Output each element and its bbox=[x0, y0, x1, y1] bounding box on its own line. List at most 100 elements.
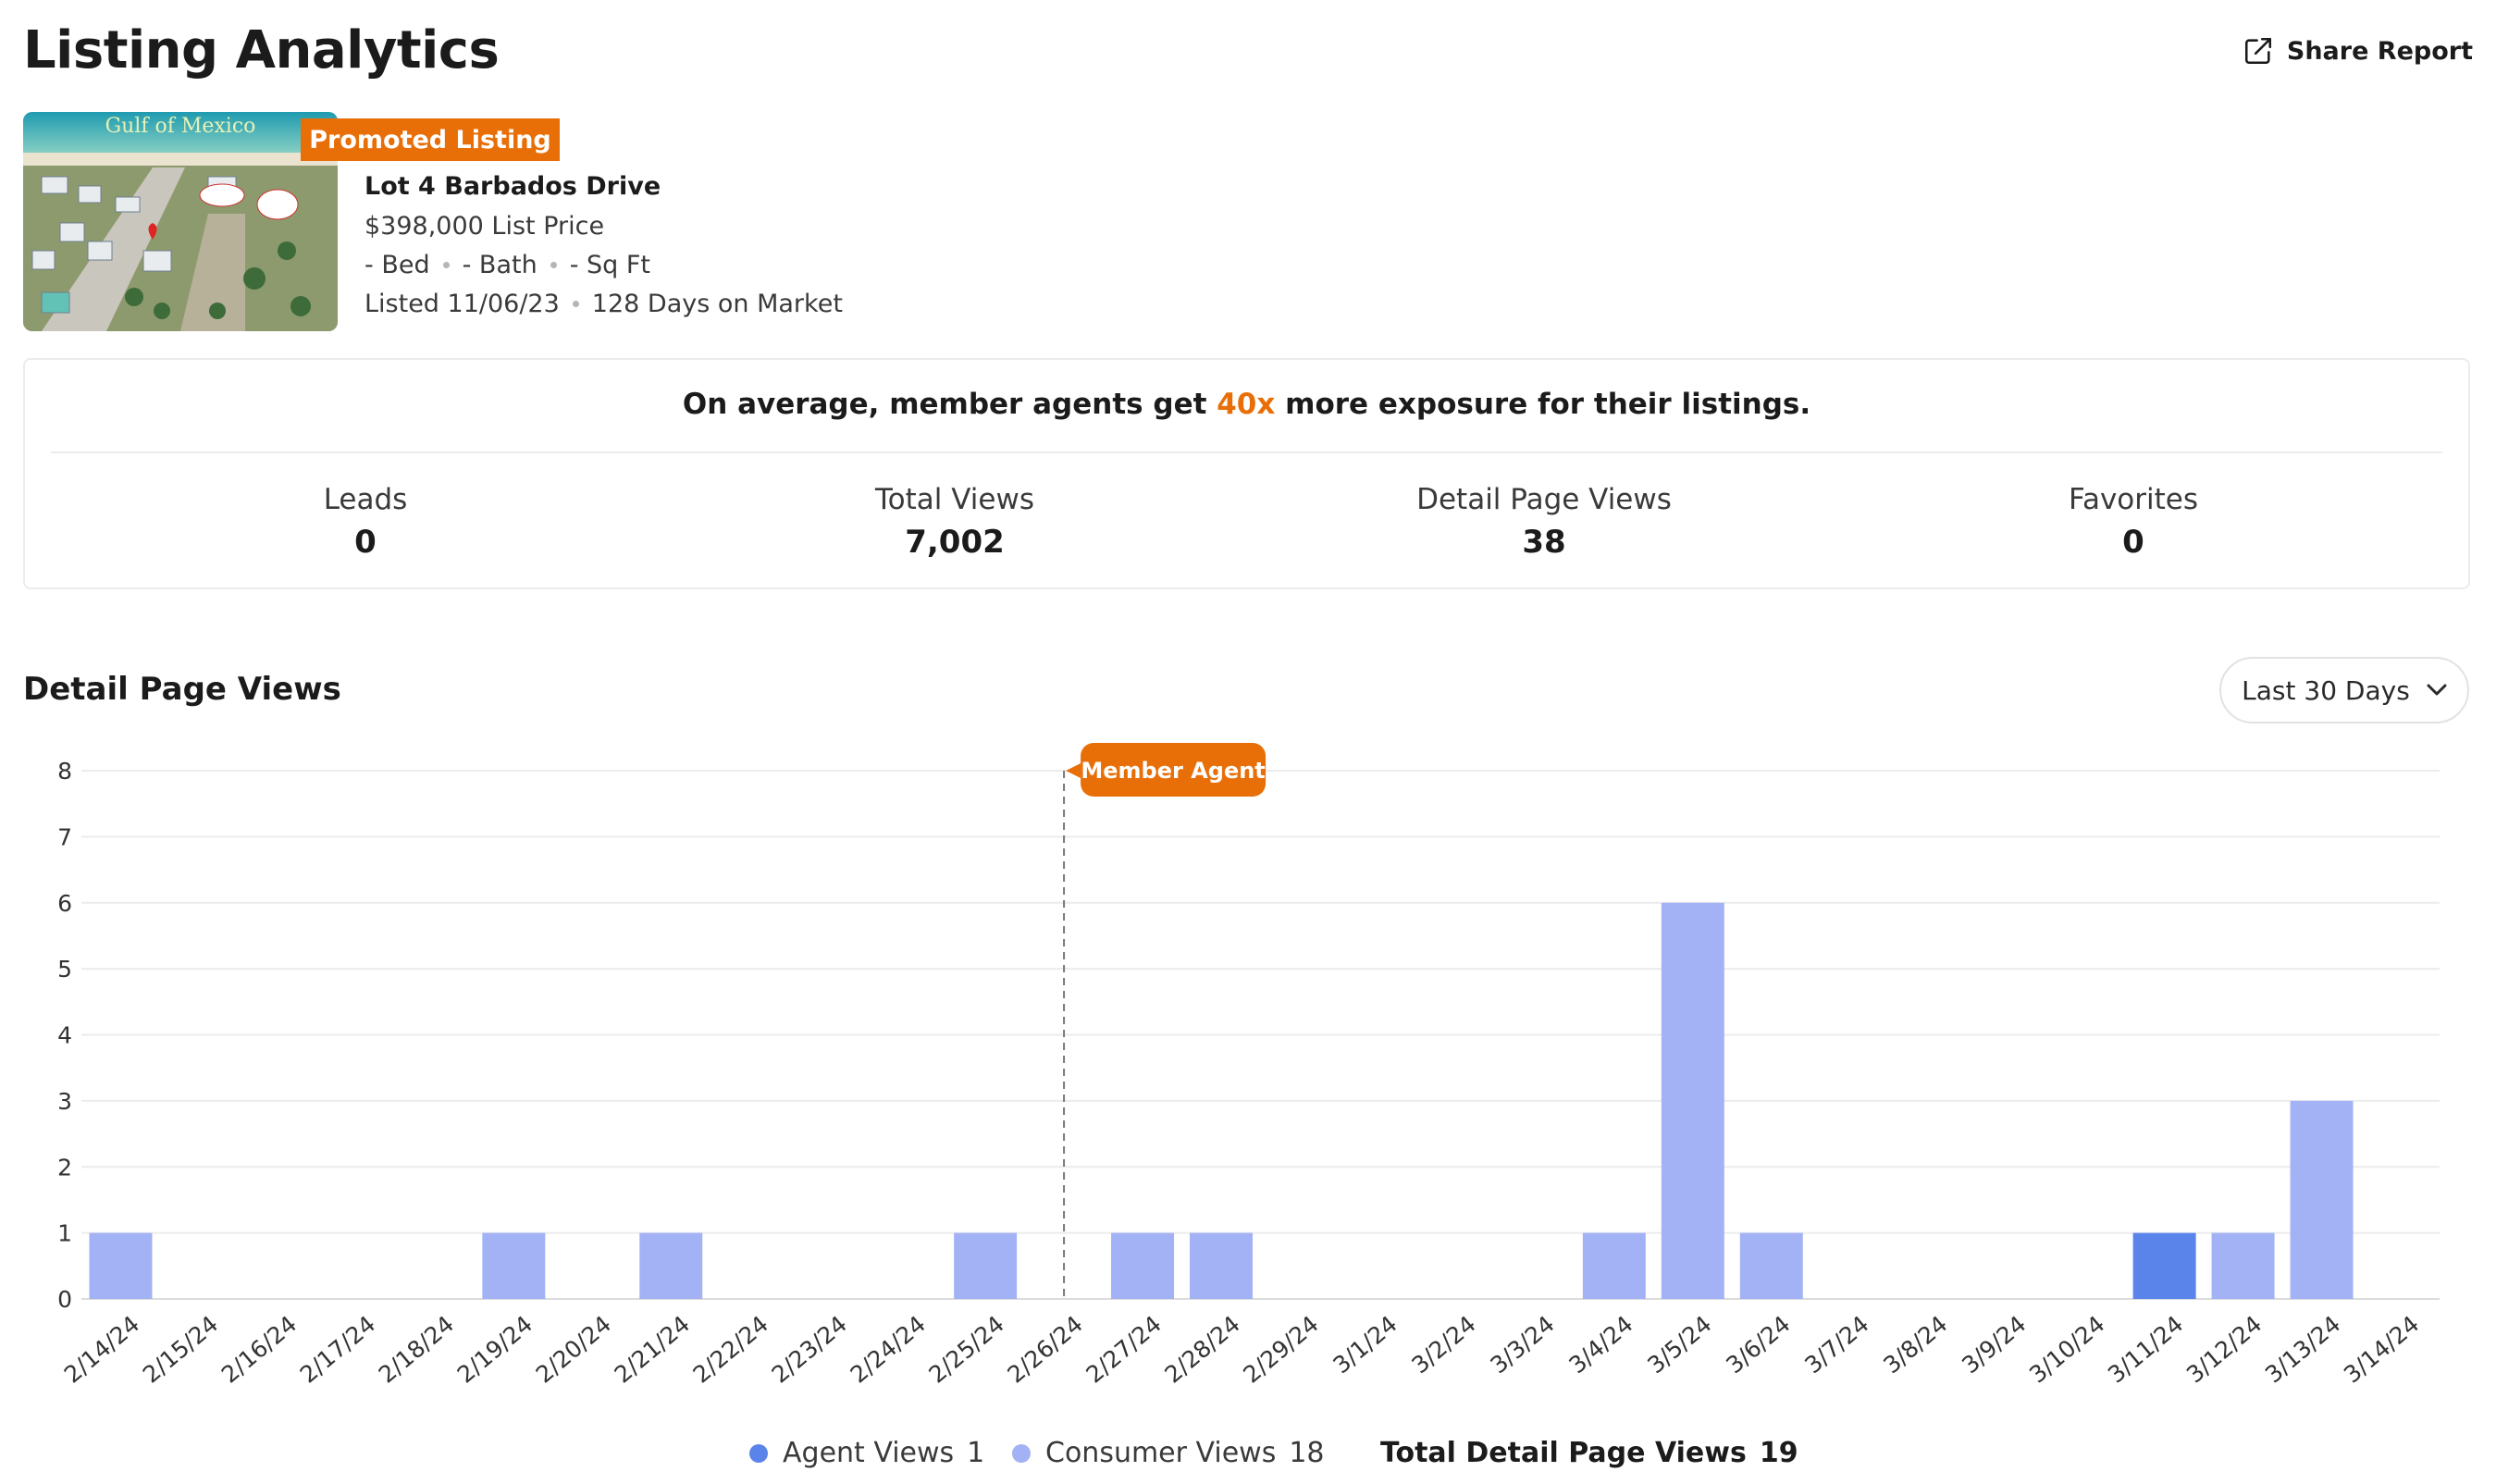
bar bbox=[1190, 1232, 1254, 1299]
legend-count: 18 bbox=[1289, 1437, 1325, 1469]
agent-views-swatch bbox=[749, 1443, 768, 1463]
bar bbox=[2290, 1100, 2354, 1299]
x-tick-label: 2/21/24 bbox=[610, 1310, 695, 1388]
total-label: Total Detail Page Views bbox=[1380, 1437, 1747, 1469]
y-tick-label: 6 bbox=[57, 890, 72, 917]
stat-detail-page-views: Detail Page Views 38 bbox=[1359, 483, 1729, 561]
x-tick-label: 2/19/24 bbox=[452, 1310, 538, 1388]
x-tick-label: 2/28/24 bbox=[1159, 1310, 1244, 1388]
x-tick-label: 3/4/24 bbox=[1563, 1310, 1637, 1379]
x-tick-label: 2/20/24 bbox=[531, 1310, 616, 1388]
x-tick-label: 2/17/24 bbox=[295, 1310, 380, 1388]
y-tick-label: 4 bbox=[57, 1022, 72, 1049]
listing-specs: - Bed - Bath - Sq Ft bbox=[365, 251, 650, 279]
share-report-label: Share Report bbox=[2286, 36, 2473, 66]
legend-count: 1 bbox=[967, 1437, 985, 1469]
stat-value: 38 bbox=[1522, 524, 1566, 561]
x-tick-label: 3/1/24 bbox=[1328, 1310, 1402, 1379]
exposure-text-start: On average, member agents get bbox=[682, 388, 1217, 421]
days-on-market: 128 Days on Market bbox=[591, 290, 843, 318]
x-tick-label: 2/26/24 bbox=[1002, 1310, 1087, 1388]
stat-label: Total Views bbox=[875, 483, 1034, 516]
separator-dot bbox=[550, 262, 557, 268]
bar bbox=[639, 1232, 703, 1299]
bar bbox=[482, 1232, 546, 1299]
x-tick-label: 3/11/24 bbox=[2103, 1310, 2188, 1388]
bar bbox=[2132, 1232, 2196, 1299]
photo-caption: Gulf of Mexico bbox=[105, 115, 256, 138]
x-tick-label: 2/23/24 bbox=[767, 1310, 852, 1388]
y-tick-label: 3 bbox=[57, 1088, 72, 1115]
x-tick-label: 2/27/24 bbox=[1081, 1310, 1166, 1388]
stat-value: 0 bbox=[354, 524, 377, 561]
y-tick-label: 8 bbox=[57, 758, 72, 785]
share-report-button[interactable]: Share Report bbox=[2243, 35, 2473, 67]
x-tick-label: 2/15/24 bbox=[138, 1310, 223, 1388]
bar bbox=[1111, 1232, 1175, 1299]
bath-count: - Bath bbox=[462, 251, 538, 279]
member-agent-pointer bbox=[1066, 763, 1081, 778]
chevron-down-icon bbox=[2427, 684, 2447, 696]
detail-page-views-chart: 0123456782/14/242/15/242/16/242/17/242/1… bbox=[57, 743, 2440, 1389]
listing-photo[interactable]: Gulf of Mexico bbox=[23, 112, 338, 331]
date-range-label: Last 30 Days bbox=[2242, 674, 2410, 706]
y-tick-label: 7 bbox=[57, 823, 72, 850]
stats-card: On average, member agents get 40x more e… bbox=[23, 358, 2470, 589]
card-divider bbox=[51, 451, 2442, 453]
x-tick-label: 3/14/24 bbox=[2339, 1310, 2424, 1388]
stat-favorites: Favorites 0 bbox=[1948, 483, 2318, 561]
stat-value: 0 bbox=[2122, 524, 2144, 561]
sqft-value: - Sq Ft bbox=[569, 251, 651, 279]
promoted-listing-badge: Promoted Listing bbox=[301, 118, 560, 161]
listing-price: $398,000 List Price bbox=[365, 212, 605, 241]
x-tick-label: 3/6/24 bbox=[1721, 1310, 1795, 1379]
y-tick-label: 2 bbox=[57, 1154, 72, 1181]
legend-consumer-views[interactable]: Consumer Views 18 bbox=[1012, 1437, 1325, 1469]
legend-label: Agent Views bbox=[783, 1437, 955, 1469]
stat-label: Leads bbox=[323, 483, 408, 516]
x-tick-label: 3/2/24 bbox=[1406, 1310, 1480, 1379]
x-tick-label: 2/22/24 bbox=[688, 1310, 773, 1388]
bar bbox=[2211, 1232, 2275, 1299]
total-count: 19 bbox=[1759, 1437, 1798, 1469]
x-tick-label: 3/8/24 bbox=[1878, 1310, 1952, 1379]
stat-label: Favorites bbox=[2068, 483, 2199, 516]
bar bbox=[1582, 1232, 1646, 1299]
listing-address[interactable]: Lot 4 Barbados Drive bbox=[365, 172, 661, 201]
total-detail-page-views: Total Detail Page Views 19 bbox=[1380, 1437, 1798, 1469]
y-tick-label: 0 bbox=[57, 1286, 72, 1313]
x-tick-label: 3/13/24 bbox=[2260, 1310, 2345, 1388]
x-tick-label: 3/9/24 bbox=[1957, 1310, 2031, 1379]
x-tick-label: 3/7/24 bbox=[1799, 1310, 1873, 1379]
listing-dates: Listed 11/06/23 128 Days on Market bbox=[365, 290, 843, 318]
x-tick-label: 2/18/24 bbox=[374, 1310, 459, 1388]
x-tick-label: 2/24/24 bbox=[846, 1310, 931, 1388]
y-tick-label: 5 bbox=[57, 956, 72, 983]
bar bbox=[954, 1232, 1018, 1299]
stat-leads: Leads 0 bbox=[180, 483, 550, 561]
legend-agent-views[interactable]: Agent Views 1 bbox=[749, 1437, 984, 1469]
exposure-message: On average, member agents get 40x more e… bbox=[25, 388, 2468, 421]
stat-label: Detail Page Views bbox=[1416, 483, 1672, 516]
share-icon bbox=[2244, 37, 2271, 65]
x-tick-label: 3/10/24 bbox=[2024, 1310, 2109, 1388]
exposure-multiplier: 40x bbox=[1217, 388, 1276, 421]
legend-label: Consumer Views bbox=[1045, 1437, 1277, 1469]
x-tick-label: 2/14/24 bbox=[59, 1310, 144, 1388]
x-tick-label: 2/16/24 bbox=[216, 1310, 302, 1388]
y-tick-label: 1 bbox=[57, 1220, 72, 1247]
bar bbox=[1739, 1232, 1803, 1299]
x-tick-label: 3/3/24 bbox=[1485, 1310, 1559, 1379]
x-tick-label: 2/29/24 bbox=[1238, 1310, 1323, 1388]
consumer-views-swatch bbox=[1012, 1443, 1031, 1463]
bar bbox=[89, 1232, 153, 1299]
x-tick-label: 2/25/24 bbox=[924, 1310, 1009, 1388]
listed-date: Listed 11/06/23 bbox=[365, 290, 560, 318]
bar bbox=[1661, 902, 1724, 1299]
x-tick-label: 3/5/24 bbox=[1642, 1310, 1716, 1379]
chart-section-title: Detail Page Views bbox=[23, 671, 341, 708]
separator-dot bbox=[442, 262, 450, 268]
date-range-select[interactable]: Last 30 Days bbox=[2219, 657, 2469, 723]
stat-total-views: Total Views 7,002 bbox=[770, 483, 1140, 561]
exposure-text-end: more exposure for their listings. bbox=[1275, 388, 1811, 421]
